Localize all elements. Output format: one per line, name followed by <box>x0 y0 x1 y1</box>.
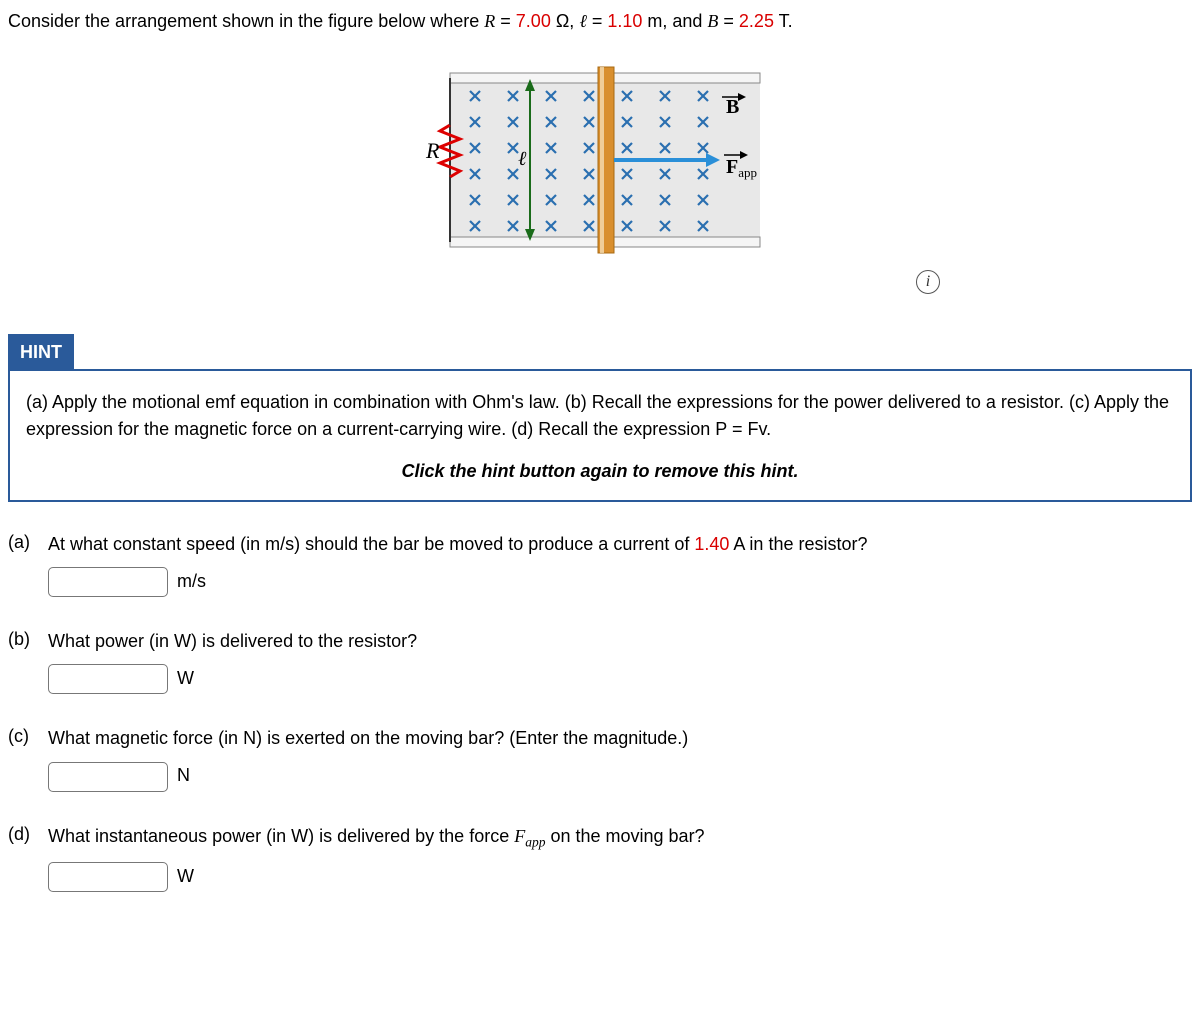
hint-footer: Click the hint button again to remove th… <box>26 461 1174 482</box>
info-icon[interactable]: i <box>916 270 940 294</box>
label-B: B <box>726 96 739 118</box>
answer-c-input[interactable] <box>48 762 168 792</box>
question-b-label: (b) <box>8 629 48 650</box>
circuit-diagram: R <box>390 55 810 265</box>
hint-button-label: HINT <box>20 342 62 362</box>
prompt-pre: Consider the arrangement shown in the fi… <box>8 11 484 31</box>
question-c-label: (c) <box>8 726 48 747</box>
question-c: (c) What magnetic force (in N) is exerte… <box>8 726 1192 791</box>
unit-a: m/s <box>177 571 206 591</box>
val-l: 1.10 <box>607 11 642 31</box>
question-d-label: (d) <box>8 824 48 845</box>
unit-b: W <box>177 668 194 688</box>
var-Fapp: Fapp <box>514 826 545 846</box>
hint-body: (a) Apply the motional emf equation in c… <box>26 389 1174 443</box>
figure: R <box>8 55 1192 294</box>
question-a-label: (a) <box>8 532 48 553</box>
question-a: (a) At what constant speed (in m/s) shou… <box>8 532 1192 597</box>
var-R: R <box>484 11 495 31</box>
answer-b-input[interactable] <box>48 664 168 694</box>
problem-statement: Consider the arrangement shown in the fi… <box>8 8 1192 35</box>
var-B: B <box>707 11 718 31</box>
label-R: R <box>425 138 440 163</box>
question-b-text: What power (in W) is delivered to the re… <box>48 629 1192 654</box>
hint-button[interactable]: HINT <box>8 334 74 371</box>
val-R: 7.00 <box>516 11 551 31</box>
answer-a-input[interactable] <box>48 567 168 597</box>
val-current: 1.40 <box>694 534 729 554</box>
question-b: (b) What power (in W) is delivered to th… <box>8 629 1192 694</box>
var-l: ℓ <box>579 11 587 31</box>
question-c-text: What magnetic force (in N) is exerted on… <box>48 726 1192 751</box>
question-d: (d) What instantaneous power (in W) is d… <box>8 824 1192 892</box>
unit-c: N <box>177 765 190 785</box>
label-Fapp: F <box>726 156 738 178</box>
val-B: 2.25 <box>739 11 774 31</box>
answer-d-input[interactable] <box>48 862 168 892</box>
hint-panel: (a) Apply the motional emf equation in c… <box>8 369 1192 502</box>
unit-d: W <box>177 866 194 886</box>
label-l: ℓ <box>518 148 527 170</box>
